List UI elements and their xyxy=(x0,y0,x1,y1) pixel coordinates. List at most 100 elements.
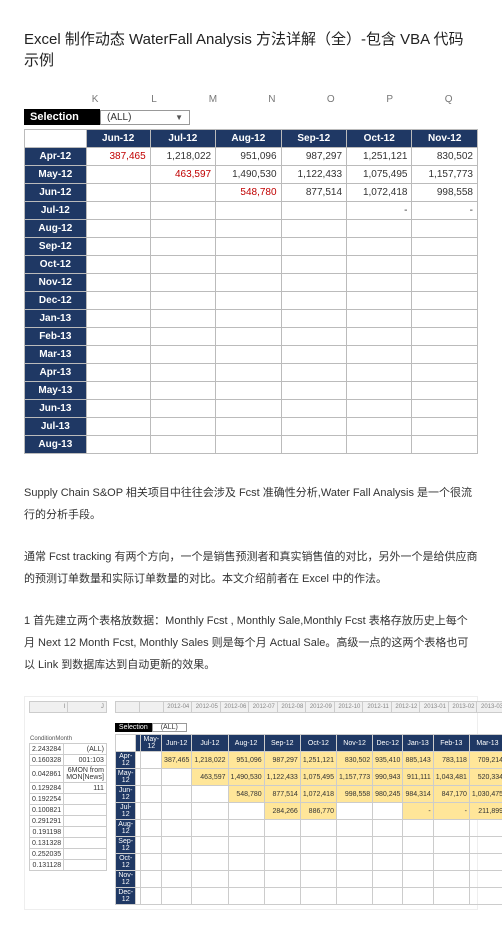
mini-cell[interactable] xyxy=(403,837,433,854)
grid-cell[interactable] xyxy=(281,202,346,220)
grid-cell[interactable] xyxy=(216,238,281,256)
mini-cell[interactable] xyxy=(162,871,192,888)
mini-cell[interactable] xyxy=(228,837,264,854)
grid-cell[interactable] xyxy=(150,220,215,238)
grid-cell[interactable] xyxy=(150,310,215,328)
mini-cell[interactable] xyxy=(300,820,336,837)
mini-cell[interactable]: 1,072,418 xyxy=(300,786,336,803)
grid-cell[interactable] xyxy=(412,418,478,436)
mini-cell[interactable]: 951,096 xyxy=(228,752,264,769)
grid-cell[interactable] xyxy=(281,292,346,310)
mini-cell[interactable] xyxy=(228,854,264,871)
mini-cell[interactable] xyxy=(336,803,372,820)
mini-cell[interactable] xyxy=(141,854,162,871)
mini-cell[interactable]: 830,502 xyxy=(336,752,372,769)
grid-cell[interactable] xyxy=(150,184,215,202)
mini-cell[interactable] xyxy=(64,838,107,849)
mini-cell[interactable] xyxy=(228,803,264,820)
grid-cell[interactable] xyxy=(281,238,346,256)
grid-cell[interactable] xyxy=(216,256,281,274)
grid-cell[interactable] xyxy=(347,346,412,364)
mini-cell[interactable] xyxy=(373,803,403,820)
mini-cell[interactable]: 0.042861 xyxy=(30,766,64,783)
grid-cell[interactable] xyxy=(216,220,281,238)
mini-cell[interactable] xyxy=(300,888,336,905)
grid-cell[interactable] xyxy=(281,310,346,328)
grid-cell[interactable] xyxy=(216,202,281,220)
mini-cell[interactable] xyxy=(192,837,228,854)
grid-cell[interactable]: 1,251,121 xyxy=(347,148,412,166)
grid-cell[interactable] xyxy=(150,328,215,346)
mini-cell[interactable] xyxy=(264,871,300,888)
grid-cell[interactable] xyxy=(412,220,478,238)
mini-cell[interactable]: 0.131328 xyxy=(30,838,64,849)
mini-cell[interactable] xyxy=(336,854,372,871)
grid-cell[interactable] xyxy=(347,418,412,436)
grid-cell[interactable] xyxy=(281,436,346,454)
mini-cell[interactable]: 877,514 xyxy=(264,786,300,803)
grid-cell[interactable] xyxy=(150,274,215,292)
grid-cell[interactable] xyxy=(281,418,346,436)
grid-cell[interactable] xyxy=(86,166,150,184)
mini-cell[interactable]: 001:103 xyxy=(64,755,107,766)
mini-cell[interactable] xyxy=(469,837,502,854)
mini-cell[interactable]: 463,597 xyxy=(192,769,228,786)
mini-cell[interactable] xyxy=(162,769,192,786)
mini-cell[interactable] xyxy=(192,888,228,905)
mini-cell[interactable] xyxy=(264,820,300,837)
selection-dropdown[interactable]: (ALL) ▼ xyxy=(100,110,190,125)
grid-cell[interactable] xyxy=(86,382,150,400)
mini-cell[interactable] xyxy=(64,860,107,871)
grid-cell[interactable] xyxy=(86,418,150,436)
mini-cell[interactable]: 987,297 xyxy=(264,752,300,769)
grid-cell[interactable] xyxy=(347,310,412,328)
grid-cell[interactable] xyxy=(150,346,215,364)
grid-cell[interactable]: 548,780 xyxy=(216,184,281,202)
grid-cell[interactable] xyxy=(281,346,346,364)
grid-cell[interactable] xyxy=(347,400,412,418)
grid-cell[interactable]: 1,218,022 xyxy=(150,148,215,166)
mini-cell[interactable]: 990,943 xyxy=(373,769,403,786)
mini-cell[interactable] xyxy=(403,854,433,871)
mini-cell[interactable] xyxy=(162,820,192,837)
mini-cell[interactable] xyxy=(300,871,336,888)
grid-cell[interactable] xyxy=(412,346,478,364)
grid-cell[interactable]: 1,075,495 xyxy=(347,166,412,184)
mini-cell[interactable] xyxy=(469,871,502,888)
mini-cell[interactable]: 886,770 xyxy=(300,803,336,820)
grid-cell[interactable] xyxy=(347,274,412,292)
grid-cell[interactable] xyxy=(412,238,478,256)
grid-cell[interactable] xyxy=(412,256,478,274)
grid-cell[interactable] xyxy=(86,328,150,346)
grid-cell[interactable] xyxy=(86,220,150,238)
mini-cell[interactable] xyxy=(228,871,264,888)
mini-cell[interactable]: 783,118 xyxy=(433,752,469,769)
grid-cell[interactable] xyxy=(412,292,478,310)
mini-cell[interactable]: 0.160328 xyxy=(30,755,64,766)
grid-cell[interactable]: 387,465 xyxy=(86,148,150,166)
mini-cell[interactable]: 847,170 xyxy=(433,786,469,803)
grid-cell[interactable] xyxy=(216,400,281,418)
grid-cell[interactable] xyxy=(216,436,281,454)
mini-cell[interactable]: - xyxy=(403,803,433,820)
grid-cell[interactable] xyxy=(412,400,478,418)
grid-cell[interactable]: 987,297 xyxy=(281,148,346,166)
grid-cell[interactable]: - xyxy=(412,202,478,220)
grid-cell[interactable]: 1,122,433 xyxy=(281,166,346,184)
mini-cell[interactable] xyxy=(336,837,372,854)
mini-cell[interactable] xyxy=(141,752,162,769)
mini-cell[interactable] xyxy=(336,820,372,837)
mini-cell[interactable]: 709,214 xyxy=(469,752,502,769)
mini-cell[interactable]: 387,465 xyxy=(162,752,192,769)
grid-cell[interactable] xyxy=(150,418,215,436)
grid-cell[interactable] xyxy=(347,364,412,382)
grid-cell[interactable] xyxy=(150,238,215,256)
mini-cell[interactable]: - xyxy=(433,803,469,820)
grid-cell[interactable]: 463,597 xyxy=(150,166,215,184)
grid-cell[interactable] xyxy=(216,382,281,400)
mini-cell[interactable] xyxy=(192,820,228,837)
mini-cell[interactable] xyxy=(64,805,107,816)
mini-cell[interactable] xyxy=(373,854,403,871)
mini-cell[interactable] xyxy=(162,888,192,905)
mini-cell[interactable] xyxy=(336,888,372,905)
